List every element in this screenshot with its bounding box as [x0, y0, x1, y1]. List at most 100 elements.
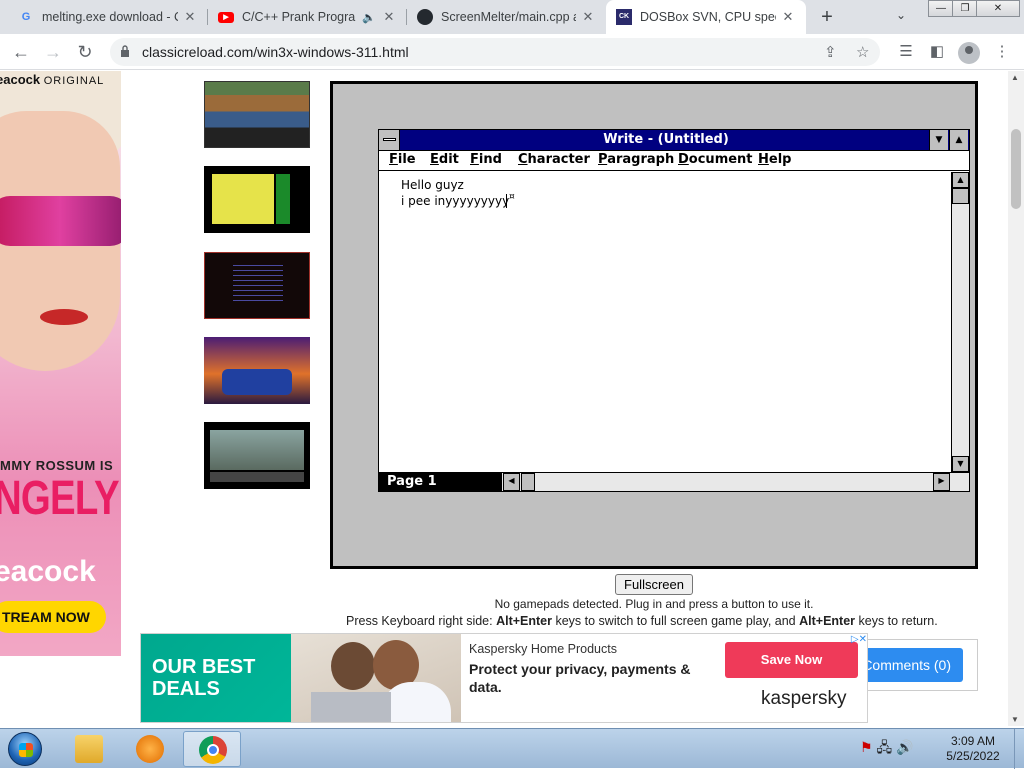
- clock[interactable]: 3:09 AM 5/25/2022: [930, 734, 1016, 764]
- network-icon[interactable]: 🖧: [876, 739, 892, 755]
- game-thumbnail-2[interactable]: [204, 166, 310, 233]
- minimize-button[interactable]: —: [928, 0, 954, 17]
- profile-avatar[interactable]: [958, 42, 980, 64]
- menu-character[interactable]: Character: [518, 152, 590, 167]
- bottom-banner-ad[interactable]: OUR BEST DEALS Kaspersky Home Products P…: [140, 633, 868, 723]
- tab-title: melting.exe download - C: [42, 10, 178, 24]
- comments-button[interactable]: Comments (0): [859, 648, 963, 682]
- menu-document[interactable]: Document: [678, 152, 753, 167]
- ad-advertiser: Kaspersky Home Products: [469, 642, 617, 656]
- reload-icon[interactable]: ↻: [74, 41, 96, 63]
- menu-find[interactable]: Find: [470, 152, 502, 167]
- ad-laptop-shape: [311, 692, 391, 722]
- document-line: i pee inyyyyyyyyy: [401, 194, 510, 208]
- ad-headline: OUR BEST DEALS: [152, 656, 256, 700]
- address-bar[interactable]: classicreload.com/win3x-windows-311.html…: [110, 38, 880, 66]
- maximize-arrow-icon[interactable]: ▲: [949, 130, 968, 150]
- side-panel-icon[interactable]: ◧: [927, 42, 947, 60]
- tab-search-icon[interactable]: ⌄: [896, 8, 906, 22]
- lock-icon[interactable]: [120, 45, 130, 57]
- browser-toolbar: ← → ↻ classicreload.com/win3x-windows-31…: [0, 34, 1024, 70]
- menu-paragraph[interactable]: Paragraph: [598, 152, 674, 167]
- minimize-arrow-icon[interactable]: ▼: [929, 130, 948, 150]
- document-line: Hello guyz: [401, 178, 464, 192]
- action-center-icon[interactable]: ⚑: [860, 739, 873, 755]
- text-caret: [506, 194, 507, 208]
- game-thumbnail-5[interactable]: [204, 422, 310, 489]
- maximize-button[interactable]: ❐: [952, 0, 978, 17]
- system-tray: ⚑ 🖧 🔊: [860, 737, 913, 761]
- audio-icon[interactable]: 🔈: [361, 11, 377, 24]
- menu-icon[interactable]: ⋮: [992, 42, 1012, 60]
- chrome-icon: [199, 736, 227, 764]
- reading-list-icon[interactable]: ☰: [896, 42, 916, 60]
- scroll-down-icon[interactable]: ▼: [952, 456, 969, 472]
- tab-github[interactable]: ScreenMelter/main.cpp a ✕: [407, 0, 606, 34]
- tab-dosbox[interactable]: CK DOSBox SVN, CPU speed ✕: [606, 0, 806, 34]
- share-icon[interactable]: ⇪: [824, 43, 837, 61]
- game-thumbnail-4[interactable]: [204, 337, 310, 404]
- close-tab-icon[interactable]: ✕: [780, 9, 796, 25]
- forward-icon[interactable]: →: [42, 41, 64, 63]
- tab-title: C/C++ Prank Progra: [242, 10, 356, 24]
- volume-icon[interactable]: 🔊: [896, 739, 913, 755]
- bookmark-star-icon[interactable]: ☆: [856, 43, 869, 61]
- page-scrollbar[interactable]: ▲ ▼: [1008, 71, 1024, 726]
- fullscreen-button[interactable]: Fullscreen: [615, 574, 693, 595]
- left-banner-ad[interactable]: eacock ORIGINAL MMY ROSSUM IS NGELYNE ea…: [0, 71, 121, 656]
- clock-date: 5/25/2022: [946, 749, 1000, 763]
- new-tab-button[interactable]: +: [816, 6, 838, 28]
- game-thumbnail-3[interactable]: [204, 252, 310, 319]
- google-icon: G: [21, 11, 31, 23]
- page-indicator: Page 1: [379, 473, 502, 491]
- kaspersky-logo: kaspersky: [761, 688, 847, 709]
- scroll-down-icon[interactable]: ▼: [1011, 715, 1019, 724]
- tab-title: ScreenMelter/main.cpp a: [441, 10, 576, 24]
- adchoices-icon[interactable]: ▷✕: [837, 634, 867, 648]
- page-scroll-thumb[interactable]: [1011, 129, 1021, 209]
- tab-strip: G melting.exe download - C ✕ ▶ C/C++ Pra…: [0, 0, 1024, 34]
- scroll-up-icon[interactable]: ▲: [952, 172, 969, 188]
- close-tab-icon[interactable]: ✕: [580, 9, 596, 25]
- scroll-right-icon[interactable]: ▶: [933, 473, 950, 491]
- ad-tagline: Protect your privacy, payments & data.: [469, 661, 691, 695]
- youtube-icon: ▶: [218, 9, 234, 25]
- url-text[interactable]: classicreload.com/win3x-windows-311.html: [142, 44, 409, 60]
- show-desktop-button[interactable]: [1014, 729, 1024, 769]
- web-page: eacock ORIGINAL MMY ROSSUM IS NGELYNE ea…: [0, 71, 1024, 726]
- tab-melting-download[interactable]: G melting.exe download - C ✕: [8, 0, 208, 34]
- media-player-icon: [136, 735, 164, 763]
- ad-visor-shape: [0, 196, 121, 246]
- scroll-up-icon[interactable]: ▲: [1011, 73, 1019, 82]
- tab-title: DOSBox SVN, CPU speed: [640, 10, 776, 24]
- tab-youtube[interactable]: ▶ C/C++ Prank Progra 🔈 ✕: [208, 0, 407, 34]
- scroll-thumb[interactable]: [952, 188, 969, 204]
- keyboard-note: Press Keyboard right side: Alt+Enter key…: [346, 614, 938, 628]
- scroll-left-icon[interactable]: ◀: [503, 473, 520, 491]
- taskbar-chrome[interactable]: [183, 731, 241, 767]
- horizontal-scroll-thumb[interactable]: [521, 473, 535, 491]
- game-thumbnail-1[interactable]: [204, 81, 310, 148]
- system-menu-icon[interactable]: [379, 130, 400, 150]
- vertical-scrollbar[interactable]: ▲ ▼: [951, 172, 969, 474]
- menu-file[interactable]: File: [389, 152, 416, 167]
- menu-help[interactable]: Help: [758, 152, 791, 167]
- back-icon[interactable]: ←: [10, 41, 32, 63]
- ad-logo: eacock: [0, 555, 96, 588]
- menu-edit[interactable]: Edit: [430, 152, 459, 167]
- gamepad-note: No gamepads detected. Plug in and press …: [494, 597, 814, 611]
- file-explorer-icon: [75, 735, 103, 763]
- write-titlebar[interactable]: Write - (Untitled) ▼ ▲: [379, 130, 969, 151]
- end-mark-icon: ¤: [509, 192, 515, 202]
- document-area[interactable]: Hello guyz i pee inyyyyyyyyy ¤: [379, 172, 951, 472]
- taskbar-explorer[interactable]: [60, 731, 118, 767]
- close-tab-icon[interactable]: ✕: [381, 9, 397, 25]
- close-tab-icon[interactable]: ✕: [182, 9, 198, 25]
- write-menubar: File Edit Find Character Paragraph Docum…: [379, 151, 969, 171]
- close-window-button[interactable]: ✕: [976, 0, 1020, 17]
- write-title: Write - (Untitled): [603, 132, 729, 147]
- ad-person-shape: [331, 642, 375, 690]
- taskbar-media-player[interactable]: [121, 731, 179, 767]
- write-window[interactable]: Write - (Untitled) ▼ ▲ File Edit Find Ch…: [375, 126, 973, 495]
- start-button[interactable]: [8, 732, 42, 766]
